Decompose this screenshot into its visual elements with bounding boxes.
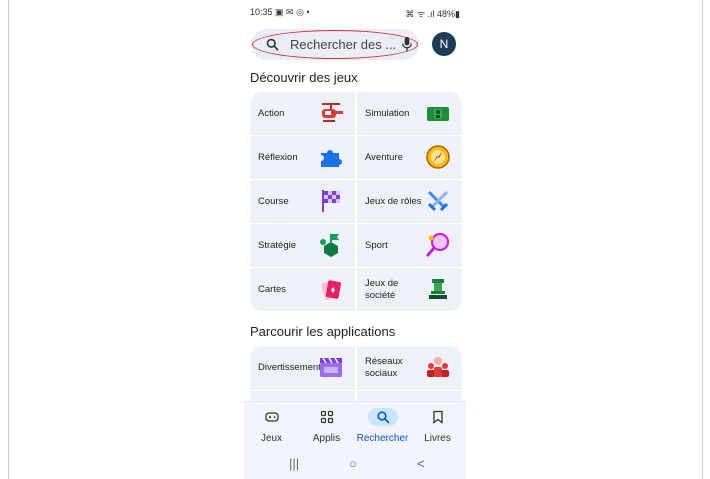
left-divider [8,0,9,479]
category-label: Stratégie [258,239,297,251]
category-label: Divertissement [258,361,321,373]
category-divertissement[interactable]: Divertissement [250,346,355,390]
category-simulation[interactable]: Simulation [357,92,462,135]
phone-screen: 10:35 ▣ ✉ ◎ • ⌘ ᯤ .ıl 48%▮ Rechercher de… [244,0,466,479]
category-action[interactable]: Action [250,92,355,135]
status-time: 10:35 ▣ ✉ ◎ • [250,7,310,17]
category-label: Aventure [365,151,403,163]
category-label: Jeux de rôles [365,195,422,207]
simulation-icon [427,107,449,121]
category-reflexion[interactable]: Réflexion [250,136,355,179]
helicopter-icon [322,103,343,122]
category-sport[interactable]: Sport [357,224,462,267]
compass-icon [426,145,450,169]
nav-applis[interactable]: Applis [299,402,354,453]
category-label: Réflexion [258,151,298,163]
board-game-piece-icon [429,279,447,299]
apps-grid-icon [320,410,333,424]
back-button[interactable]: < [417,456,425,471]
category-aventure[interactable]: Aventure [357,136,462,179]
nav-label: Applis [312,433,341,444]
bookmark-icon [432,410,443,424]
recents-button[interactable]: ||| [289,456,299,471]
search-bar[interactable]: Rechercher des ... [251,29,419,60]
gamepad-icon [264,412,279,422]
category-strategie[interactable]: Stratégie [250,224,355,267]
search-icon [266,38,279,51]
cards-icon [321,280,341,300]
clapperboard-icon [320,357,342,377]
people-icon [427,357,449,377]
category-label: Sport [365,239,388,251]
checkered-flag-icon [322,190,340,212]
nav-label: Livres [424,433,451,444]
search-icon [376,411,389,424]
puzzle-icon [321,150,342,167]
right-divider [702,0,703,479]
category-reseaux-sociaux[interactable]: Réseaux sociaux [357,346,462,390]
category-label: Action [258,107,285,119]
nav-label: Jeux [260,433,283,444]
nav-livres[interactable]: Livres [410,402,465,453]
category-jeux-de-societe[interactable]: Jeux de société [357,268,462,311]
status-indicators: ⌘ ᯤ .ıl 48%▮ [405,9,460,19]
nav-jeux[interactable]: Jeux [244,402,299,453]
crossed-swords-icon [427,190,449,212]
category-cartes[interactable]: Cartes [250,268,355,311]
nav-rechercher[interactable]: Rechercher [355,402,410,453]
category-label: Simulation [365,107,410,119]
category-course[interactable]: Course [250,180,355,223]
discover-games-title: Découvrir des jeux [250,70,358,85]
game-categories-grid: Action Simulation Réflexion Aventure Cou… [250,92,462,312]
browse-apps-title: Parcourir les applications [250,324,396,339]
category-label: Jeux de société [365,277,399,301]
tennis-racket-icon [426,232,450,257]
category-jeux-de-roles[interactable]: Jeux de rôles [357,180,462,223]
category-label: Réseaux sociaux [365,355,403,379]
mic-icon[interactable] [401,36,413,53]
search-input[interactable]: Rechercher des ... [290,37,396,52]
bottom-navigation: Jeux Applis Rechercher Livres [244,401,466,452]
category-label: Course [258,195,289,207]
category-label: Cartes [258,283,286,295]
status-bar: 10:35 ▣ ✉ ◎ • ⌘ ᯤ .ıl 48%▮ [244,0,466,24]
chess-piece-icon [320,234,339,257]
home-button[interactable]: ○ [349,456,357,471]
avatar[interactable]: N [432,32,456,56]
system-navigation-bar: ||| ○ < [244,452,466,479]
nav-label: Rechercher [356,433,409,444]
